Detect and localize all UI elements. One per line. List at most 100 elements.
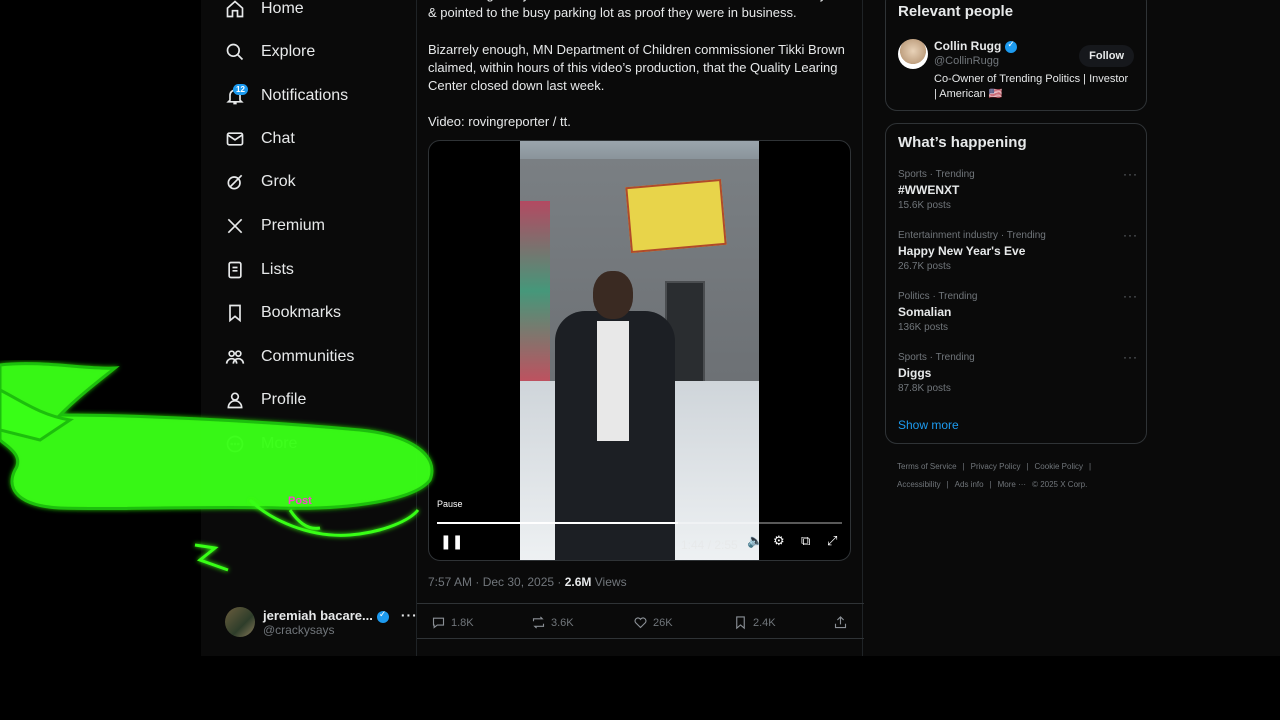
sidebar-item-grok[interactable]: Grok <box>225 167 296 197</box>
search-icon <box>226 43 244 61</box>
more-dots-icon[interactable]: ··· <box>1123 289 1138 303</box>
bookmark-icon <box>736 616 745 630</box>
sidebar-item-lists[interactable]: Lists <box>225 255 294 285</box>
sidebar-item-label: Profile <box>261 391 307 408</box>
trend-count: 87.8K posts <box>898 383 951 394</box>
repost-count: 3.6K <box>551 616 574 629</box>
person-icon <box>227 392 243 409</box>
trend-name: Somalian <box>898 305 952 319</box>
trend-item[interactable]: Entertainment industry · Trending Happy … <box>898 228 1138 272</box>
post-actions: 1.8K 3.6K 26K 2.4K <box>417 603 864 639</box>
reply-button[interactable]: 1.8K <box>431 615 474 630</box>
person-handle: @CollinRugg <box>934 55 999 67</box>
pause-icon[interactable]: ❚❚ <box>440 533 463 550</box>
whats-happening-panel: What’s happening Sports · Trending #WWEN… <box>885 123 1147 444</box>
letterbox-bar <box>0 656 1280 720</box>
account-switcher[interactable]: jeremiah bacare...··· @crackysays <box>225 602 417 642</box>
footer-separator: | <box>946 480 949 489</box>
footer-link-terms[interactable]: Terms of Service <box>897 462 957 471</box>
video-progress-bar[interactable] <box>437 522 842 524</box>
footer-link-privacy[interactable]: Privacy Policy <box>971 462 1021 471</box>
reply-icon <box>432 617 445 629</box>
picture-in-picture-icon[interactable]: ⧉ <box>801 533 810 549</box>
relevant-people-panel: Relevant people Collin Rugg @CollinRugg … <box>885 0 1147 111</box>
sidebar-item-label: Explore <box>261 43 316 60</box>
video-progress-fill <box>437 522 678 524</box>
post-views-label: Views <box>591 575 627 589</box>
settings-gear-icon[interactable]: ⚙ <box>773 533 785 549</box>
account-name: jeremiah bacare... <box>263 608 373 623</box>
avatar[interactable] <box>898 39 928 69</box>
footer-separator: | <box>1026 462 1029 471</box>
video-sign <box>625 178 727 254</box>
home-icon <box>226 0 244 18</box>
footer-copyright: © 2025 X Corp. <box>1032 480 1088 489</box>
fullscreen-icon[interactable]: ⤢ <box>827 533 837 549</box>
video-player[interactable]: Pause ❚❚ 1:44 / 2:55 🔈 ⚙ ⧉ ⤢ <box>428 140 851 561</box>
trend-name: Diggs <box>898 366 932 380</box>
sidebar-item-home[interactable]: Home <box>225 0 304 24</box>
like-count: 26K <box>653 616 673 629</box>
post-text-middle: Bizarrely enough, MN Department of Child… <box>428 42 845 93</box>
trend-item[interactable]: Sports · Trending Diggs 87.8K posts ··· <box>898 350 1138 394</box>
trend-name: #WWENXT <box>898 183 960 197</box>
sidebar-item-label: Notifications <box>261 87 349 104</box>
verified-badge-icon <box>376 609 389 623</box>
bookmark-count: 2.4K <box>753 616 776 629</box>
sidebar-item-explore[interactable]: Explore <box>225 37 315 67</box>
footer-link-accessibility[interactable]: Accessibility <box>897 480 941 489</box>
person-bio: Co-Owner of Trending Politics | Investor… <box>934 73 1129 100</box>
sidebar-item-premium[interactable]: Premium <box>225 211 325 241</box>
footer-links: Terms of Service | Privacy Policy | Cookie P… <box>897 458 1127 494</box>
bookmark-button[interactable]: 2.4K <box>733 615 776 630</box>
sidebar-item-bookmarks[interactable]: Bookmarks <box>225 298 341 328</box>
trend-count: 26.7K posts <box>898 261 951 272</box>
whats-happening-title: What’s happening <box>898 134 1027 151</box>
share-button[interactable] <box>833 615 848 630</box>
video-person-shirt <box>597 321 629 441</box>
more-dots-icon[interactable]: ··· <box>1123 167 1138 181</box>
sidebar-item-label: Grok <box>261 173 296 190</box>
follow-button[interactable]: Follow <box>1079 45 1134 67</box>
repost-icon <box>532 616 545 629</box>
sidebar-item-communities[interactable]: Communities <box>225 342 354 372</box>
video-frame <box>520 141 759 560</box>
account-name-row: jeremiah bacare...··· <box>263 607 418 623</box>
footer-separator: | <box>962 462 965 471</box>
trend-category: Sports · Trending <box>898 352 975 363</box>
volume-icon[interactable]: 🔈 <box>747 533 763 549</box>
sidebar-item-label: More <box>261 435 298 452</box>
post-timestamp[interactable]: 7:57 AM · Dec 30, 2025 · <box>428 575 565 589</box>
list-icon <box>228 261 242 279</box>
person-name[interactable]: Collin Rugg <box>934 39 1001 53</box>
like-button[interactable]: 26K <box>633 615 673 630</box>
share-icon <box>834 616 847 629</box>
mail-icon <box>226 132 244 146</box>
more-dots-icon[interactable]: ··· <box>1123 228 1138 242</box>
post-meta: 7:57 AM · Dec 30, 2025 · 2.6M Views <box>428 575 627 589</box>
pause-tooltip: Pause <box>435 498 465 510</box>
footer-separator: | <box>1089 462 1092 471</box>
account-handle: @crackysays <box>263 623 335 637</box>
trend-category: Entertainment industry · Trending <box>898 230 1046 241</box>
trend-name: Happy New Year's Eve <box>898 244 1026 258</box>
footer-link-cookie[interactable]: Cookie Policy <box>1035 462 1083 471</box>
trend-item[interactable]: Sports · Trending #WWENXT 15.6K posts ··… <box>898 167 1138 211</box>
sidebar-item-label: Chat <box>261 130 295 147</box>
video-person-head <box>593 271 633 319</box>
footer-link-ads[interactable]: Ads info <box>955 480 984 489</box>
account-info: jeremiah bacare...··· @crackysays <box>263 607 418 637</box>
sidebar-item-more[interactable]: More <box>225 429 297 459</box>
bookmark-icon <box>229 304 241 323</box>
video-graffiti <box>520 201 550 381</box>
sidebar-item-chat[interactable]: Chat <box>225 124 295 154</box>
more-dots-icon[interactable]: ··· <box>1123 350 1138 364</box>
repost-button[interactable]: 3.6K <box>531 615 574 630</box>
video-controls: ❚❚ 1:44 / 2:55 🔈 ⚙ ⧉ ⤢ <box>429 533 850 557</box>
verified-badge-icon <box>1005 39 1018 53</box>
footer-link-more[interactable]: More ··· <box>998 480 1026 489</box>
trend-item[interactable]: Politics · Trending Somalian 136K posts … <box>898 289 1138 333</box>
show-more-link[interactable]: Show more <box>898 418 959 432</box>
sidebar-item-notifications[interactable]: 12 Notifications <box>225 81 348 111</box>
sidebar-item-profile[interactable]: Profile <box>225 385 306 415</box>
